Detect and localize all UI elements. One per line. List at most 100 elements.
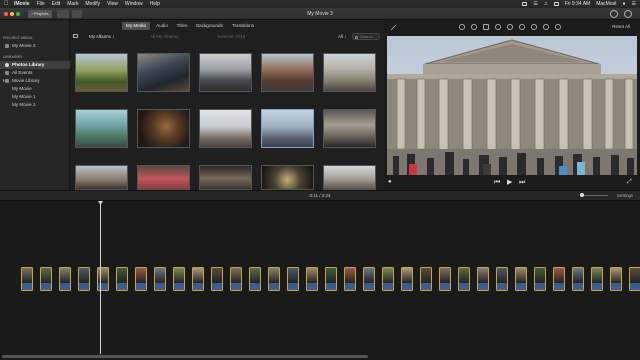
timeline-clip[interactable]: [21, 267, 33, 291]
media-thumbnail[interactable]: [75, 53, 128, 92]
menu-imovie[interactable]: iMovie: [14, 1, 30, 7]
tab-audio[interactable]: Audio: [152, 22, 172, 30]
sidebar-item-my-movie[interactable]: My Movie: [0, 85, 70, 93]
media-thumbnail[interactable]: [261, 165, 314, 190]
fullscreen-viewer-icon[interactable]: ⤢: [627, 179, 632, 186]
timeline-clip[interactable]: [553, 267, 565, 291]
timeline-clip[interactable]: [420, 267, 432, 291]
menu-view[interactable]: View: [107, 1, 118, 7]
media-thumbnail[interactable]: [323, 53, 376, 92]
stabilization-icon[interactable]: [495, 24, 501, 30]
timeline-clip[interactable]: [629, 267, 640, 291]
notification-center-icon[interactable]: ☰: [632, 1, 636, 7]
skip-forward-icon[interactable]: ⏭: [519, 179, 525, 186]
menu-file[interactable]: File: [37, 1, 45, 7]
magic-wand-icon[interactable]: [390, 24, 397, 31]
timeline-settings-button[interactable]: Settings: [617, 191, 633, 201]
timeline-clip[interactable]: [287, 267, 299, 291]
speed-icon[interactable]: [531, 24, 537, 30]
clip-filter-select[interactable]: All ↕: [338, 33, 347, 40]
media-thumbnail[interactable]: [199, 165, 252, 190]
info-icon[interactable]: [555, 24, 561, 30]
sidebar-item-movie-library[interactable]: Movie Library: [0, 77, 70, 85]
timeline-clip[interactable]: [610, 267, 622, 291]
reset-all-button[interactable]: Reset All: [612, 22, 630, 32]
skip-back-icon[interactable]: ⏮: [494, 179, 500, 186]
timeline-scrollbar[interactable]: [0, 354, 640, 359]
timeline-clip[interactable]: [458, 267, 470, 291]
sidebar-toggle-icon[interactable]: [73, 34, 78, 38]
timeline-clip[interactable]: [78, 267, 90, 291]
timeline-clip[interactable]: [325, 267, 337, 291]
video-preview-frame[interactable]: [387, 36, 637, 192]
menu-edit[interactable]: Edit: [52, 1, 61, 7]
timeline-clip[interactable]: [591, 267, 603, 291]
tab-titles[interactable]: Titles: [172, 22, 192, 30]
share-icon[interactable]: [610, 10, 618, 18]
timeline-clip[interactable]: [515, 267, 527, 291]
media-thumbnail[interactable]: [75, 109, 128, 148]
media-thumbnail[interactable]: [75, 165, 128, 190]
timeline-clip[interactable]: [211, 267, 223, 291]
timeline-clip[interactable]: [268, 267, 280, 291]
airplay-icon[interactable]: [522, 2, 528, 6]
fullscreen-icon[interactable]: [624, 10, 632, 18]
color-balance-icon[interactable]: [459, 24, 465, 30]
timeline-scrollbar-knob[interactable]: [2, 355, 368, 358]
wifi-icon[interactable]: ☰: [533, 1, 537, 7]
timeline-clip[interactable]: [97, 267, 109, 291]
apple-menu-icon[interactable]: : [4, 1, 10, 7]
sidebar-item-all-events[interactable]: All Events: [0, 69, 70, 77]
timeline-clip[interactable]: [230, 267, 242, 291]
timeline-clip[interactable]: [135, 267, 147, 291]
timeline-clip[interactable]: [173, 267, 185, 291]
battery-icon[interactable]: [553, 2, 559, 6]
media-thumbnail[interactable]: [137, 165, 190, 190]
media-thumbnail[interactable]: [137, 109, 190, 148]
noise-reduction-icon[interactable]: [519, 24, 525, 30]
clip-filter-icon[interactable]: [543, 24, 549, 30]
timeline[interactable]: [0, 201, 640, 360]
timeline-clip[interactable]: [534, 267, 546, 291]
crop-icon[interactable]: [483, 24, 489, 30]
sidebar-item-my-movie-3[interactable]: My Movie 3: [0, 42, 70, 50]
timeline-zoom-slider[interactable]: [580, 195, 608, 196]
menu-modify[interactable]: Modify: [85, 1, 100, 7]
media-thumbnail[interactable]: [261, 109, 314, 148]
sidebar-item-my-movie-2[interactable]: My Movie 2: [0, 101, 70, 109]
timeline-clip[interactable]: [116, 267, 128, 291]
play-icon[interactable]: ▶: [507, 179, 512, 186]
menu-mark[interactable]: Mark: [67, 1, 78, 7]
timeline-clip[interactable]: [382, 267, 394, 291]
tab-transitions[interactable]: Transitions: [228, 22, 258, 30]
media-thumbnail[interactable]: [137, 53, 190, 92]
timeline-clip[interactable]: [401, 267, 413, 291]
timeline-clip[interactable]: [496, 267, 508, 291]
volume-icon[interactable]: ♫: [544, 1, 548, 7]
album-selector[interactable]: My Albums ↕: [89, 33, 115, 40]
menu-help[interactable]: Help: [150, 1, 160, 7]
media-thumbnail[interactable]: [199, 109, 252, 148]
menubar-clock[interactable]: Fri 9:34 AM: [565, 1, 591, 7]
spotlight-icon[interactable]: ●: [622, 1, 625, 7]
timeline-zoom-knob[interactable]: [580, 193, 584, 197]
album-breadcrumb[interactable]: All My Albums: [150, 33, 178, 40]
timeline-clip[interactable]: [439, 267, 451, 291]
media-thumbnail[interactable]: [323, 165, 376, 190]
menubar-user[interactable]: MacMost: [596, 1, 616, 7]
sidebar-item-photos-library[interactable]: Photos Library: [0, 61, 70, 69]
microphone-icon[interactable]: ●: [388, 179, 392, 186]
timeline-clip[interactable]: [40, 267, 52, 291]
timeline-clip[interactable]: [59, 267, 71, 291]
timeline-clip[interactable]: [306, 267, 318, 291]
timeline-clip[interactable]: [363, 267, 375, 291]
sidebar-item-my-movie-1[interactable]: My Movie 1: [0, 93, 70, 101]
tab-my-media[interactable]: My Media: [122, 22, 150, 30]
playhead[interactable]: [100, 201, 101, 354]
timeline-clip[interactable]: [249, 267, 261, 291]
timeline-clip[interactable]: [344, 267, 356, 291]
media-thumbnail[interactable]: [199, 53, 252, 92]
media-thumbnail[interactable]: [261, 53, 314, 92]
search-input[interactable]: Search: [352, 33, 380, 40]
timeline-clip[interactable]: [477, 267, 489, 291]
